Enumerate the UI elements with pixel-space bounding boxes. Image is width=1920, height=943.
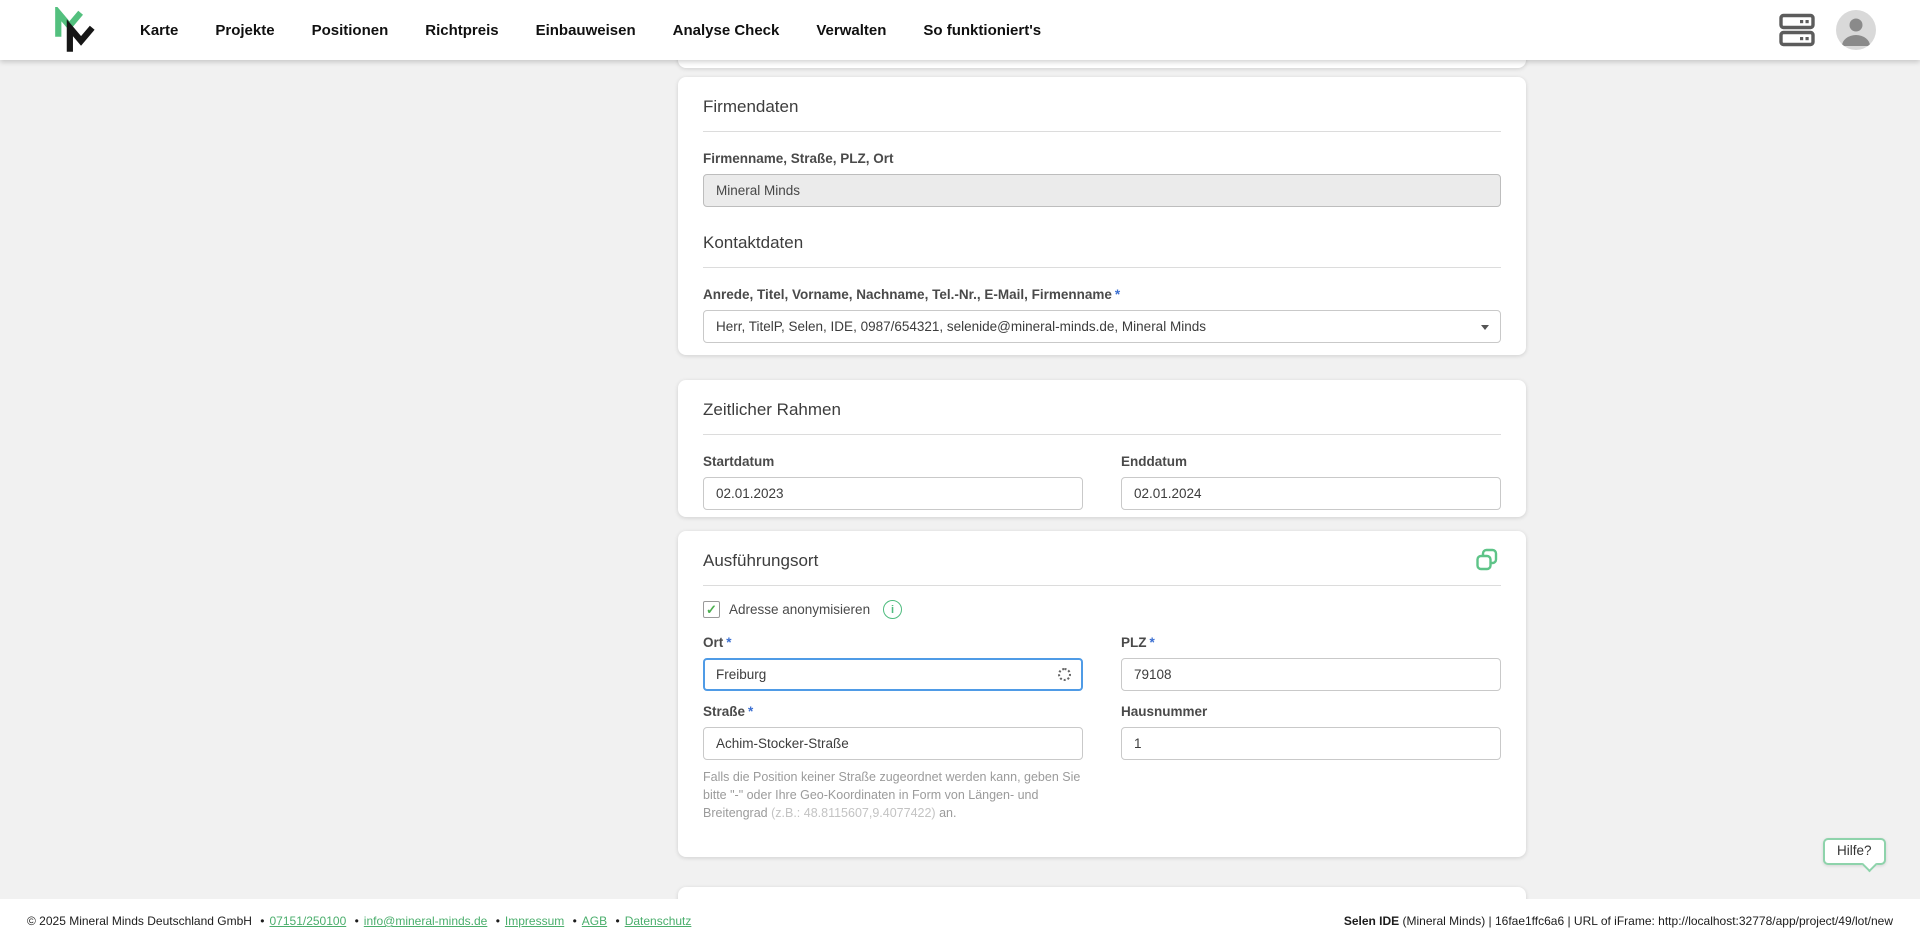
strasse-label: Straße* [703,704,1083,719]
ausfuehrungsort-card: Ausführungsort ✓ Adresse anonymisieren i… [678,531,1526,857]
firmendaten-title: Firmendaten [703,97,1501,117]
info-icon[interactable]: i [883,600,902,619]
separator-dot: • [355,914,359,928]
footer-link-datenschutz[interactable]: Datenschutz [625,914,692,928]
company-name-field [703,174,1501,207]
footer-bar: © 2025 Mineral Minds Deutschland GmbH • 0… [0,899,1920,943]
top-navigation-bar: Karte Projekte Positionen Richtpreis Ein… [0,0,1920,60]
zeitlicher-rahmen-card: Zeitlicher Rahmen Startdatum Enddatum [678,380,1526,517]
strasse-input[interactable] [703,727,1083,760]
hausnummer-label: Hausnummer [1121,704,1501,719]
nav-item-so-funktionierts[interactable]: So funktioniert's [923,22,1041,39]
nav-item-einbauweisen[interactable]: Einbauweisen [536,22,636,39]
loading-spinner-icon [1058,668,1071,681]
separator-dot: • [496,914,500,928]
help-button-label: Hilfe? [1837,843,1872,858]
nav-item-karte[interactable]: Karte [140,22,178,39]
server-dns-icon[interactable] [1778,12,1816,48]
plz-label-text: PLZ [1121,635,1147,650]
helper-text-example: (z.B.: 48.8115607,9.4077422) [771,806,935,820]
separator-dot: • [573,914,577,928]
footer-link-agb[interactable]: AGB [582,914,607,928]
user-avatar[interactable] [1836,10,1876,50]
separator-dot: • [615,914,619,928]
ide-name: Selen IDE [1344,914,1399,928]
strasse-label-text: Straße [703,704,745,719]
footer-debug-info: Selen IDE (Mineral Minds) | 16fae1ffc6a6… [1344,914,1893,928]
footer-link-email[interactable]: info@mineral-minds.de [364,914,488,928]
footer-link-impressum[interactable]: Impressum [505,914,564,928]
divider [703,267,1501,268]
divider [703,585,1501,586]
helper-text-suffix: an. [936,806,957,820]
nav-item-richtpreis[interactable]: Richtpreis [425,22,498,39]
ort-label: Ort* [703,635,1083,650]
hausnummer-input[interactable] [1121,727,1501,760]
copy-icon[interactable] [1474,547,1500,573]
contact-select-value: Herr, TitelP, Selen, IDE, 0987/654321, s… [716,319,1206,334]
footer-left: © 2025 Mineral Minds Deutschland GmbH • 0… [27,914,691,928]
firmendaten-card: Firmendaten Firmenname, Straße, PLZ, Ort… [678,77,1526,355]
main-nav: Karte Projekte Positionen Richtpreis Ein… [140,0,1041,60]
company-label: Firmenname, Straße, PLZ, Ort [703,151,1501,166]
ort-label-text: Ort [703,635,723,650]
copyright-text: © 2025 Mineral Minds Deutschland GmbH [27,914,252,928]
required-marker: * [748,704,753,719]
anonymize-label[interactable]: Adresse anonymisieren [729,602,870,617]
required-marker: * [1115,287,1120,302]
nav-item-positionen[interactable]: Positionen [312,22,389,39]
contact-select[interactable]: Herr, TitelP, Selen, IDE, 0987/654321, s… [703,310,1501,343]
nav-item-analyse-check[interactable]: Analyse Check [673,22,780,39]
contact-label: Anrede, Titel, Vorname, Nachname, Tel.-N… [703,287,1501,302]
dropdown-caret-icon [1481,325,1489,330]
footer-link-phone[interactable]: 07151/250100 [270,914,347,928]
contact-label-text: Anrede, Titel, Vorname, Nachname, Tel.-N… [703,287,1112,302]
required-marker: * [1150,635,1155,650]
startdatum-label: Startdatum [703,454,1083,469]
person-icon [1836,10,1876,50]
anonymize-checkbox[interactable]: ✓ [703,601,720,618]
ausfuehrungsort-title: Ausführungsort [703,551,1501,571]
startdatum-input[interactable] [703,477,1083,510]
kontaktdaten-title: Kontaktdaten [703,233,1501,253]
nav-item-verwalten[interactable]: Verwalten [816,22,886,39]
speech-bubble-tail [1861,857,1877,873]
mineral-minds-logo-icon[interactable] [48,7,100,55]
required-marker: * [726,635,731,650]
enddatum-label: Enddatum [1121,454,1501,469]
ort-input[interactable] [703,658,1083,691]
nav-item-projekte[interactable]: Projekte [215,22,274,39]
help-button[interactable]: Hilfe? [1823,838,1886,865]
separator-dot: • [260,914,264,928]
enddatum-input[interactable] [1121,477,1501,510]
plz-input[interactable] [1121,658,1501,691]
strasse-helper-text: Falls die Position keiner Straße zugeord… [703,768,1095,822]
zeitlicher-rahmen-title: Zeitlicher Rahmen [703,400,1501,420]
iframe-url-text: (Mineral Minds) | 16fae1ffc6a6 | URL of … [1399,914,1893,928]
divider [703,131,1501,132]
plz-label: PLZ* [1121,635,1501,650]
